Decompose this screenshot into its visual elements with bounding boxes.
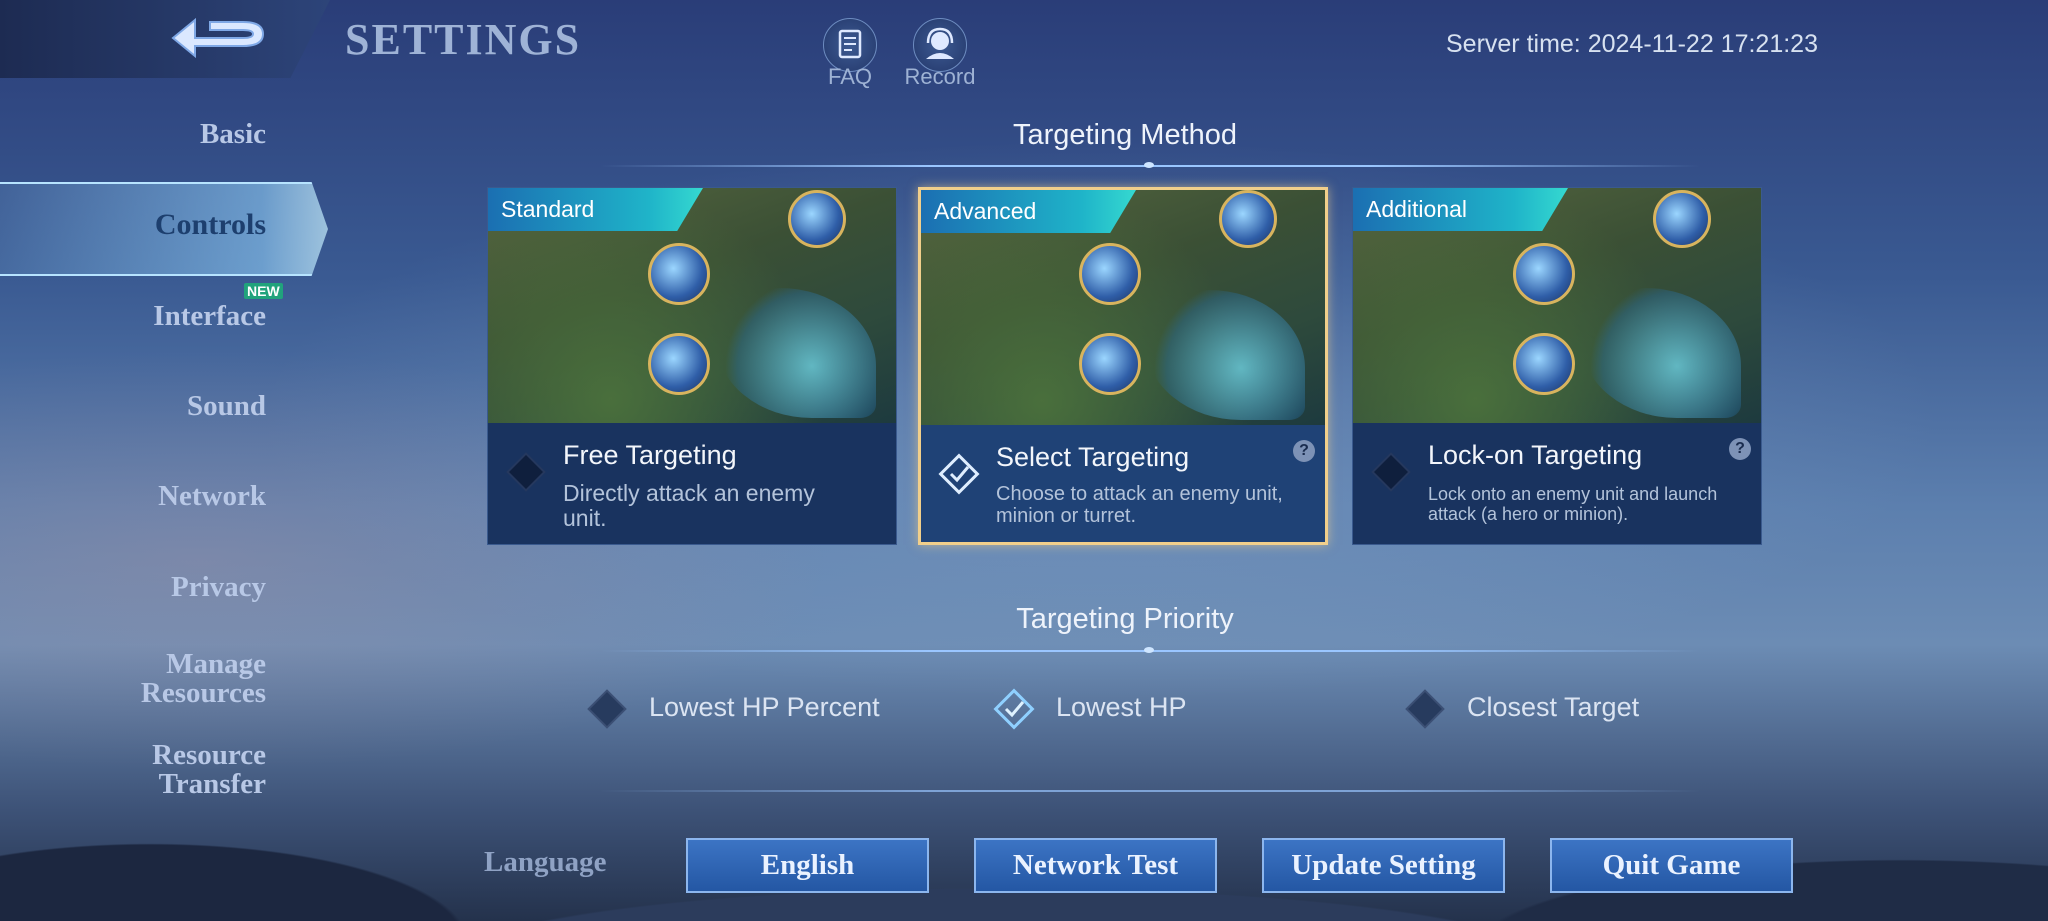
- card-title: Free Targeting: [563, 440, 737, 470]
- record-label: Record: [904, 64, 976, 89]
- language-label: Language: [484, 846, 607, 878]
- help-icon[interactable]: ?: [1729, 438, 1751, 460]
- card-title: Select Targeting: [996, 442, 1190, 472]
- quit-game-button[interactable]: Quit Game: [1550, 838, 1793, 893]
- sidebar-item-network[interactable]: Network: [158, 482, 266, 511]
- faq-button[interactable]: FAQ: [810, 18, 890, 90]
- card-tag: Advanced: [921, 190, 1136, 233]
- skill-icon: [648, 243, 710, 305]
- sidebar-item-privacy[interactable]: Privacy: [171, 573, 266, 602]
- diamond-check-icon: [1371, 452, 1411, 492]
- network-test-button[interactable]: Network Test: [974, 838, 1217, 893]
- card-free-targeting[interactable]: Standard Free Targeting Directly attack …: [487, 187, 897, 545]
- skill-icon: [1219, 190, 1277, 248]
- sidebar-item-interface[interactable]: Interface: [153, 302, 266, 331]
- sidebar-item-manage-resources[interactable]: Manage Resources: [141, 650, 266, 708]
- card-select-targeting[interactable]: Advanced Select Targeting Choose to atta…: [918, 187, 1328, 545]
- weapon-art: [1145, 290, 1305, 420]
- priority-label: Lowest HP: [1056, 692, 1187, 722]
- sidebar-item-sound[interactable]: Sound: [187, 392, 266, 421]
- skill-icon: [1079, 243, 1141, 305]
- skill-icon: [1653, 190, 1711, 248]
- diamond-check-icon: [1405, 689, 1445, 729]
- card-description: Choose to attack an enemy unit, minion o…: [996, 483, 1283, 527]
- targeting-method-title: Targeting Method: [1012, 119, 1238, 151]
- faq-label: FAQ: [827, 64, 872, 89]
- record-button[interactable]: Record: [900, 18, 980, 90]
- server-time: Server time: 2024-11-22 17:21:23: [1446, 30, 1818, 58]
- section-divider: [600, 647, 1700, 653]
- skill-icon: [648, 333, 710, 395]
- diamond-check-icon: [506, 452, 546, 492]
- targeting-priority-title: Targeting Priority: [1016, 603, 1234, 635]
- sidebar-item-resource-transfer[interactable]: Resource Transfer: [152, 741, 266, 799]
- card-description: Directly attack an enemy unit.: [563, 480, 815, 531]
- weapon-art: [716, 288, 876, 418]
- language-button[interactable]: English: [686, 838, 929, 893]
- card-description: Lock onto an enemy unit and launch attac…: [1428, 484, 1718, 524]
- sidebar-item-basic[interactable]: Basic: [200, 120, 266, 149]
- priority-label: Lowest HP Percent: [649, 692, 880, 722]
- back-arrow-icon[interactable]: [165, 10, 275, 70]
- update-setting-button[interactable]: Update Setting: [1262, 838, 1505, 893]
- priority-label: Closest Target: [1467, 692, 1640, 722]
- card-tag: Standard: [488, 188, 703, 231]
- diamond-check-icon: [993, 688, 1035, 730]
- diamond-check-icon: [938, 453, 980, 495]
- skill-icon: [1513, 243, 1575, 305]
- skill-icon: [1513, 333, 1575, 395]
- card-lock-on-targeting[interactable]: Additional Lock-on Targeting Lock onto a…: [1352, 187, 1762, 545]
- card-title: Lock-on Targeting: [1428, 440, 1643, 470]
- card-tag: Additional: [1353, 188, 1568, 231]
- background-hills: [0, 751, 2048, 921]
- page-title: SETTINGS: [345, 15, 582, 64]
- new-badge: NEW: [244, 283, 283, 299]
- skill-icon: [788, 190, 846, 248]
- section-divider: [600, 162, 1700, 168]
- help-icon[interactable]: ?: [1293, 440, 1315, 462]
- weapon-art: [1581, 288, 1741, 418]
- section-divider: [600, 790, 1700, 792]
- diamond-check-icon: [587, 689, 627, 729]
- skill-icon: [1079, 333, 1141, 395]
- sidebar-item-controls[interactable]: Controls: [0, 208, 266, 242]
